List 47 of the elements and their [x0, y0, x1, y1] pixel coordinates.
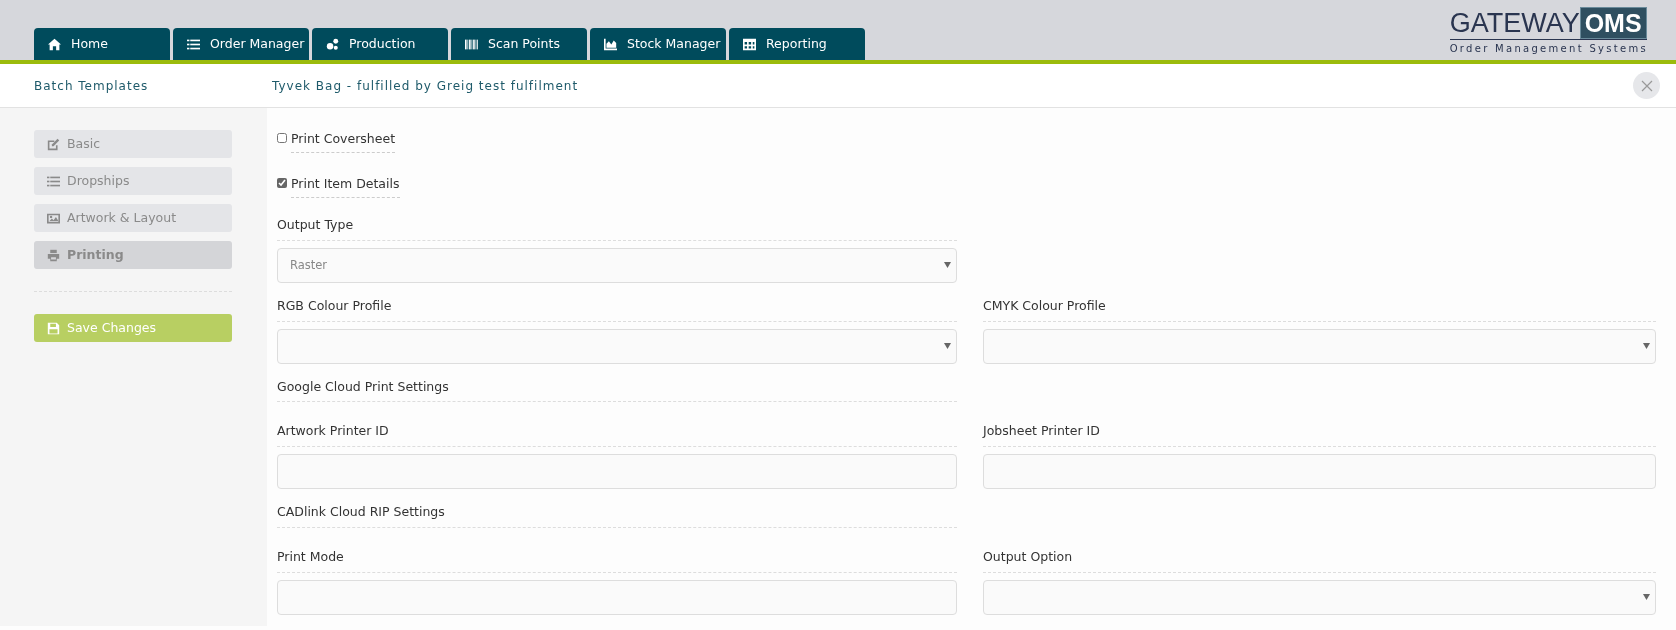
- checkbox-label: Print Item Details: [291, 175, 400, 198]
- field-label: Print Mode: [277, 545, 957, 573]
- caret-icon: [1643, 343, 1650, 349]
- input-field[interactable]: [277, 454, 957, 489]
- select-value: Raster: [290, 256, 328, 274]
- section-title: Batch Templates: [33, 77, 150, 95]
- select-field[interactable]: [983, 579, 1656, 615]
- input-field[interactable]: [277, 579, 957, 615]
- list-icon: [187, 37, 200, 51]
- field-label: Artwork Printer ID: [277, 420, 957, 447]
- nav-tab[interactable]: Order Manager: [173, 28, 309, 60]
- checkbox[interactable]: [277, 178, 287, 188]
- logo-tagline: Order Management Systems: [1449, 41, 1648, 56]
- field-label: Jobsheet Printer ID: [983, 420, 1656, 447]
- image-icon: [47, 211, 60, 225]
- home-icon: [48, 37, 61, 51]
- field-label: Output Option: [983, 545, 1656, 573]
- page-title: Tyvek Bag - fulfilled by Greig test fulfilment: [272, 77, 580, 95]
- nav-tab[interactable]: Stock Manager: [590, 28, 726, 60]
- select-field[interactable]: Raster: [277, 247, 957, 283]
- close-button[interactable]: [1633, 72, 1660, 99]
- input-field[interactable]: [983, 454, 1656, 489]
- section-heading: CADlink Cloud RIP Settings: [277, 501, 957, 528]
- list-icon: [47, 174, 60, 188]
- area-chart-icon: [604, 37, 617, 51]
- table-icon: [743, 37, 756, 51]
- caret-icon: [1643, 594, 1650, 600]
- nav-tab[interactable]: Home: [34, 28, 170, 60]
- select-field[interactable]: [277, 328, 957, 364]
- checkbox-label: Print Coversheet: [291, 130, 396, 153]
- nav-tab[interactable]: Scan Points: [451, 28, 587, 60]
- logo-badge: OMS: [1579, 6, 1647, 39]
- caret-icon: [944, 343, 951, 349]
- edit-icon: [47, 137, 60, 151]
- field-label: RGB Colour Profile: [277, 294, 957, 322]
- select-field[interactable]: [983, 328, 1656, 364]
- checkbox[interactable]: [277, 133, 287, 143]
- field-label: Output Type: [277, 214, 957, 241]
- section-heading: Google Cloud Print Settings: [277, 375, 957, 403]
- logo-wordmark: GATEWAY: [1449, 7, 1580, 38]
- printer-icon: [47, 248, 60, 262]
- field-label: CMYK Colour Profile: [983, 294, 1656, 322]
- caret-icon: [944, 262, 951, 269]
- nav-tab[interactable]: Reporting: [729, 28, 865, 60]
- close-icon: [1640, 79, 1653, 92]
- nav-tab[interactable]: Production: [312, 28, 448, 60]
- barcode-icon: [465, 37, 478, 51]
